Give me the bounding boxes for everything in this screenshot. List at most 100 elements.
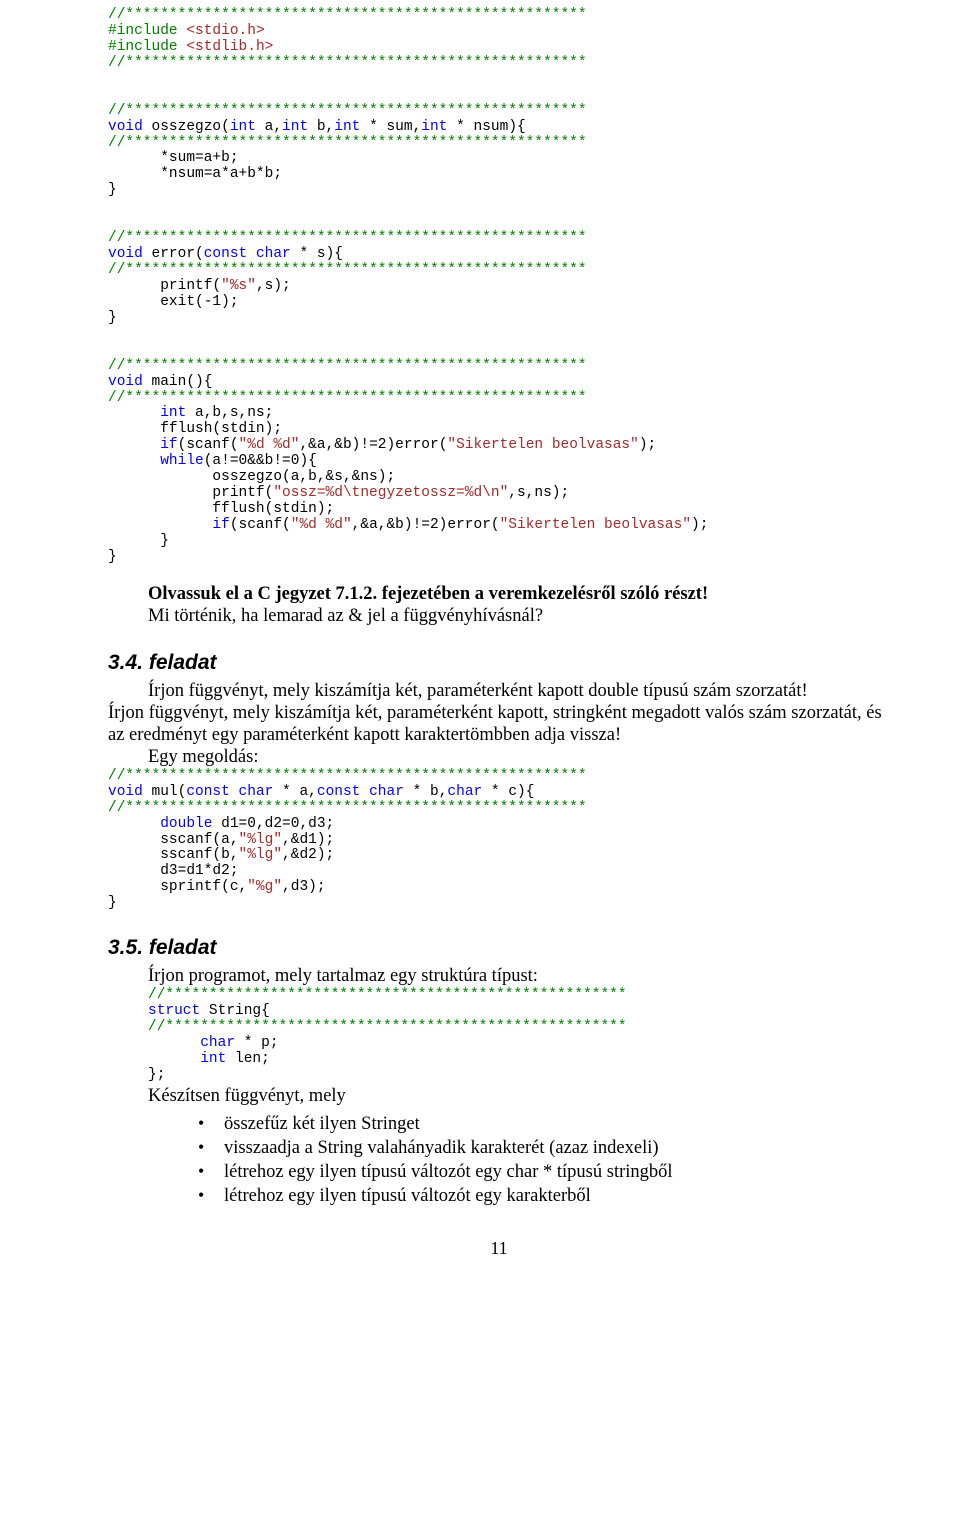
code-line: ,&a,&b)!=2)error(: [299, 437, 447, 453]
code-line: "%lg": [239, 832, 283, 848]
code-line: main(){: [143, 374, 213, 390]
code-line: );: [691, 517, 708, 533]
code-line: const: [204, 246, 248, 262]
list-item: létrehoz egy ilyen típusú változót egy k…: [198, 1184, 890, 1208]
code-line: * nsum){: [447, 119, 525, 135]
code-line: sscanf(b,: [108, 847, 239, 863]
code-line: * sum,: [360, 119, 421, 135]
code-line: "Sikertelen beolvasas": [500, 517, 691, 533]
code-line: void: [108, 374, 143, 390]
list-item: visszaadja a String valahányadik karakte…: [198, 1136, 890, 1160]
code-line: void: [108, 784, 143, 800]
code-line: <stdlib.h>: [186, 39, 273, 55]
code-line: * c){: [482, 784, 534, 800]
code-line: //**************************************…: [148, 987, 627, 1003]
code-line: exit(-1);: [108, 294, 239, 310]
code-line: [108, 517, 212, 533]
code-line: }: [108, 549, 117, 565]
code-line: //**************************************…: [148, 1019, 627, 1035]
document-page: //**************************************…: [0, 0, 960, 1299]
text-span: Írjon függvényt, mely kiszámítja két, pa…: [108, 703, 882, 745]
code-line: [247, 246, 256, 262]
code-line: "%s": [221, 278, 256, 294]
code-line: osszegzo(a,b,&s,&ns);: [108, 469, 395, 485]
code-block-1: //**************************************…: [108, 8, 890, 566]
code-line: #include: [108, 23, 186, 39]
code-line: //**************************************…: [108, 262, 587, 278]
code-line: ,&d2);: [282, 847, 334, 863]
code-line: osszegzo(: [143, 119, 230, 135]
code-line: fflush(stdin);: [108, 501, 334, 517]
code-line: [148, 1035, 200, 1051]
code-line: );: [639, 437, 656, 453]
code-line: //**************************************…: [108, 768, 587, 784]
code-line: char: [447, 784, 482, 800]
code-line: [108, 405, 160, 421]
code-line: "%d %d": [239, 437, 300, 453]
code-line: [360, 784, 369, 800]
section-heading-3-5: 3.5. feladat: [108, 936, 890, 960]
code-line: void: [108, 246, 143, 262]
code-line: if: [212, 517, 229, 533]
code-line: <stdio.h>: [186, 23, 264, 39]
code-line: * s){: [291, 246, 343, 262]
code-line: * a,: [273, 784, 317, 800]
code-line: d1=0,d2=0,d3;: [212, 816, 334, 832]
code-line: mul(: [143, 784, 187, 800]
code-line: if: [160, 437, 177, 453]
code-line: const: [317, 784, 361, 800]
code-line: };: [148, 1067, 165, 1083]
code-line: printf(: [108, 485, 273, 501]
code-line: void: [108, 119, 143, 135]
code-line: fflush(stdin);: [108, 421, 282, 437]
code-line: char: [239, 784, 274, 800]
code-line: while: [160, 453, 204, 469]
code-line: d3=d1*d2;: [108, 863, 239, 879]
code-line: int: [230, 119, 256, 135]
code-line: int: [160, 405, 186, 421]
code-line: String{: [200, 1003, 270, 1019]
code-line: //**************************************…: [108, 103, 587, 119]
code-line: "Sikertelen beolvasas": [447, 437, 638, 453]
code-line: (scanf(: [230, 517, 291, 533]
code-line: [148, 1051, 200, 1067]
paragraph: Olvassuk el a C jegyzet 7.1.2. fejezetéb…: [108, 584, 890, 606]
code-line: int: [200, 1051, 226, 1067]
list-item: összefűz két ilyen Stringet: [198, 1112, 890, 1136]
paragraph: Írjon programot, mely tartalmaz egy stru…: [108, 966, 890, 988]
code-line: * b,: [404, 784, 448, 800]
code-line: //**************************************…: [108, 390, 587, 406]
code-line: (scanf(: [178, 437, 239, 453]
code-line: error(: [143, 246, 204, 262]
code-line: int: [282, 119, 308, 135]
code-block-3: //**************************************…: [148, 988, 890, 1084]
code-line: *sum=a+b;: [108, 150, 239, 166]
code-line: ,s,ns);: [508, 485, 569, 501]
code-line: }: [108, 533, 169, 549]
code-line: "%d %d": [291, 517, 352, 533]
code-line: sscanf(a,: [108, 832, 239, 848]
code-line: //**************************************…: [108, 135, 587, 151]
code-line: "ossz=%d\tnegyzetossz=%d\n": [273, 485, 508, 501]
code-block-2: //**************************************…: [108, 769, 890, 912]
code-line: char: [200, 1035, 235, 1051]
code-line: char: [256, 246, 291, 262]
paragraph: Írjon függvényt, mely kiszámítja két, pa…: [108, 703, 890, 747]
code-line: }: [108, 895, 117, 911]
code-line: "%lg": [239, 847, 283, 863]
code-line: a,: [256, 119, 282, 135]
code-line: const: [186, 784, 230, 800]
code-line: ,s);: [256, 278, 291, 294]
paragraph: Mi történik, ha lemarad az & jel a függv…: [108, 606, 890, 628]
code-line: ,&d1);: [282, 832, 334, 848]
code-line: int: [421, 119, 447, 135]
code-line: [108, 816, 160, 832]
code-line: struct: [148, 1003, 200, 1019]
code-line: }: [108, 310, 117, 326]
code-line: //**************************************…: [108, 358, 587, 374]
code-line: [108, 453, 160, 469]
code-line: //**************************************…: [108, 800, 587, 816]
page-number: 11: [108, 1238, 890, 1259]
paragraph: Egy megoldás:: [108, 747, 890, 769]
code-line: //**************************************…: [108, 230, 587, 246]
